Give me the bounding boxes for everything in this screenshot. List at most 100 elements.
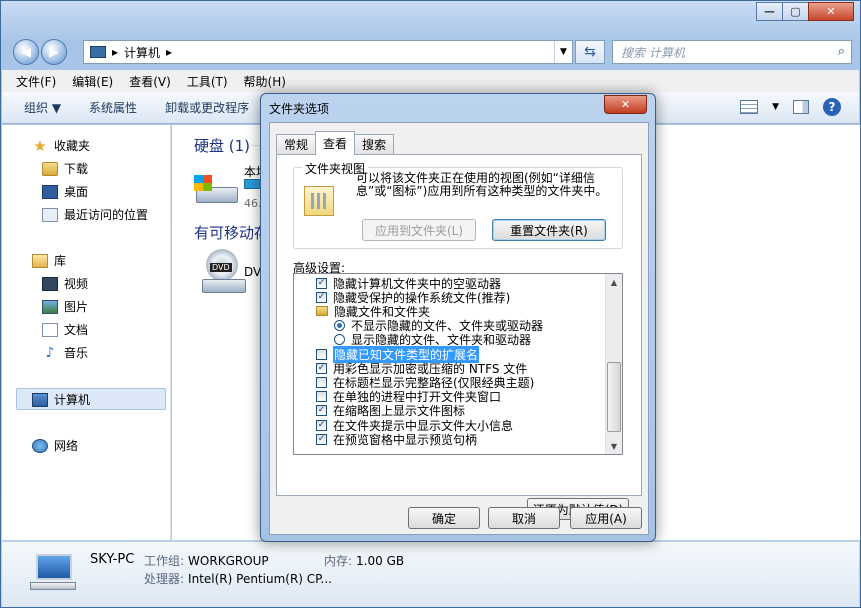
desktop-icon (42, 184, 58, 199)
tab-search[interactable]: 搜索 (354, 134, 395, 154)
dialog-title: 文件夹选项 (269, 102, 330, 116)
address-separator: ▸ (112, 45, 119, 59)
checkbox-checked-icon[interactable]: ✓ (316, 291, 327, 303)
sidebar-label: 下载 (64, 162, 89, 176)
tab-general[interactable]: 常规 (276, 134, 317, 154)
address-crumb-computer[interactable]: 计算机 (124, 44, 160, 61)
search-icon[interactable]: ⌕ (838, 44, 845, 59)
scroll-down-icon[interactable]: ▼ (606, 438, 622, 454)
advanced-setting-label: 在预览窗格中显示预览句柄 (333, 432, 478, 447)
radio-icon[interactable] (334, 334, 345, 346)
tab-strip: 常规 查看 搜索 (276, 131, 395, 155)
checkbox-icon[interactable] (316, 348, 327, 360)
refresh-button[interactable]: ⇆ (575, 40, 605, 64)
dvd-drive-icon[interactable]: DVD (202, 249, 246, 295)
menu-bar: 文件(F) 编辑(E) 查看(V) 工具(T) 帮助(H) (2, 70, 859, 92)
sidebar-item-network[interactable]: 网络 (32, 437, 78, 454)
search-input[interactable]: 搜索 计算机 ⌕ (612, 40, 852, 64)
system-properties-button[interactable]: 系统属性 (89, 99, 137, 116)
folder-icon (316, 306, 328, 317)
sidebar-item-favorites[interactable]: ★ 收藏夹 (32, 137, 90, 154)
sidebar-item-libraries[interactable]: 库 (32, 252, 66, 269)
folder-views-text: 可以将该文件夹正在使用的视图(例如“详细信息”或“图标”)应用到所有这种类型的文… (356, 171, 608, 198)
sidebar-label: 视频 (64, 277, 89, 291)
memory-key: 内存: (324, 554, 353, 568)
address-bar[interactable]: ▸ 计算机 ▸ ▼ (83, 40, 573, 64)
sidebar-item-pictures[interactable]: 图片 (42, 298, 88, 315)
minimize-button[interactable]: — (756, 2, 783, 21)
apply-button[interactable]: 应用(A) (570, 507, 642, 529)
refresh-icon: ⇆ (584, 44, 596, 60)
checkbox-checked-icon[interactable]: ✓ (316, 362, 327, 374)
cpu-key: 处理器: (144, 572, 185, 586)
folder-views-group: 文件夹视图 可以将该文件夹正在使用的视图(例如“详细信息”或“图标”)应用到所有… (293, 160, 623, 249)
back-button[interactable]: ◀ (13, 39, 39, 65)
checkbox-checked-icon[interactable]: ✓ (316, 277, 327, 289)
advanced-settings-list[interactable]: ✓ 隐藏计算机文件夹中的空驱动器 ✓ 隐藏受保护的操作系统文件(推荐) 隐藏文件和文件夹… (293, 273, 623, 455)
menu-help[interactable]: 帮助(H) (236, 73, 294, 90)
workgroup-info: 工作组: WORKGROUP (144, 552, 269, 569)
cpu-info: 处理器: Intel(R) Pentium(R) CP... (144, 570, 332, 587)
chevron-down-icon[interactable]: ▼ (554, 41, 572, 63)
menu-edit[interactable]: 编辑(E) (64, 73, 121, 90)
radio-selected-icon[interactable] (334, 320, 345, 332)
memory-value: 1.00 GB (356, 554, 405, 568)
computer-icon (32, 392, 48, 407)
advanced-setting-item[interactable]: ✓ 在预览窗格中显示预览句柄 (316, 432, 478, 447)
scroll-thumb[interactable] (607, 362, 621, 432)
libraries-icon (32, 253, 48, 268)
pc-name: SKY-PC (90, 552, 135, 567)
navigation-pane: ★ 收藏夹 下载 桌面 最近访问的位置 库 视频 图片 文档 ♪ 音乐 计算机 … (2, 125, 171, 540)
close-button[interactable]: ✕ (808, 2, 854, 21)
cancel-button[interactable]: 取消 (488, 507, 560, 529)
menu-view[interactable]: 查看(V) (121, 73, 179, 90)
uninstall-program-button[interactable]: 卸载或更改程序 (165, 99, 249, 116)
forward-button[interactable]: ▶ (41, 39, 67, 65)
sidebar-label: 计算机 (54, 393, 91, 407)
dialog-close-button[interactable]: ✕ (604, 95, 647, 114)
group-removable[interactable]: 有可移动存 (194, 222, 269, 243)
organize-button[interactable]: 组织 ▼ (24, 99, 61, 116)
view-tab-panel: 文件夹视图 可以将该文件夹正在使用的视图(例如“详细信息”或“图标”)应用到所有… (276, 154, 642, 520)
checkbox-icon[interactable] (316, 376, 327, 388)
checkbox-checked-icon[interactable]: ✓ (316, 405, 327, 417)
scroll-up-icon[interactable]: ▲ (606, 274, 622, 290)
cpu-value: Intel(R) Pentium(R) CP... (188, 572, 332, 586)
checkbox-icon[interactable] (316, 391, 327, 403)
apply-to-folders-button[interactable]: 应用到文件夹(L) (362, 219, 476, 241)
ok-button[interactable]: 确定 (408, 507, 480, 529)
chevron-down-icon[interactable]: ▼ (772, 102, 779, 112)
group-hard-disks[interactable]: 硬盘 (1) (194, 135, 250, 156)
sidebar-item-computer[interactable]: 计算机 (32, 391, 90, 408)
caption-buttons: — ▢ ✕ (756, 2, 854, 21)
reset-folders-button[interactable]: 重置文件夹(R) (492, 219, 606, 241)
maximize-button[interactable]: ▢ (782, 2, 809, 21)
sidebar-item-desktop[interactable]: 桌面 (42, 183, 88, 200)
sidebar-label: 图片 (64, 300, 89, 314)
checkbox-checked-icon[interactable]: ✓ (316, 419, 327, 431)
sidebar-item-music[interactable]: ♪ 音乐 (42, 344, 88, 361)
disk-size-label: 46. (244, 197, 262, 210)
hard-disk-icon[interactable] (192, 169, 240, 209)
details-pane: SKY-PC 工作组: WORKGROUP 内存: 1.00 GB 处理器: Inte… (2, 541, 859, 607)
downloads-folder-icon (42, 161, 58, 176)
sidebar-item-documents[interactable]: 文档 (42, 321, 88, 338)
sidebar-item-videos[interactable]: 视频 (42, 275, 88, 292)
sidebar-item-downloads[interactable]: 下载 (42, 160, 88, 177)
toolbar-right: ▼ ? (740, 98, 841, 116)
dvd-drive-label[interactable]: DV (244, 265, 261, 279)
preview-pane-icon[interactable] (793, 100, 809, 114)
workgroup-value: WORKGROUP (188, 554, 269, 568)
sidebar-label: 音乐 (64, 346, 89, 360)
menu-file[interactable]: 文件(F) (8, 73, 64, 90)
checkbox-checked-icon[interactable]: ✓ (316, 433, 327, 445)
tab-view[interactable]: 查看 (315, 131, 356, 155)
help-icon[interactable]: ? (823, 98, 841, 116)
videos-icon (42, 276, 58, 291)
list-scrollbar[interactable]: ▲ ▼ (605, 274, 622, 454)
menu-tools[interactable]: 工具(T) (179, 73, 236, 90)
star-icon: ★ (33, 136, 47, 155)
music-icon: ♪ (45, 344, 55, 361)
sidebar-item-recent[interactable]: 最近访问的位置 (42, 206, 148, 223)
view-options-icon[interactable] (740, 100, 759, 114)
